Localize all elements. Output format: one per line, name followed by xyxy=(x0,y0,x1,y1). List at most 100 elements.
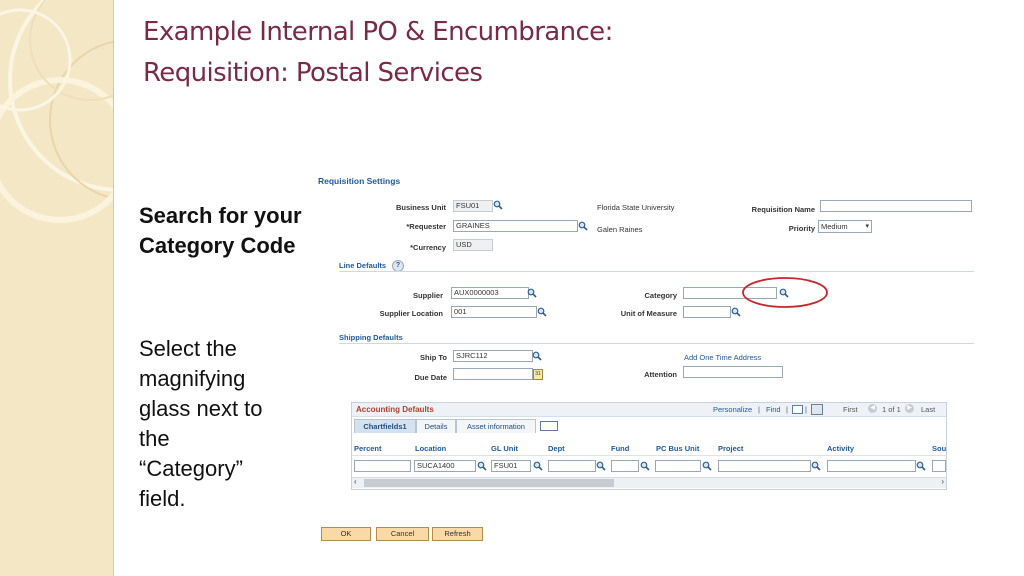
ok-button[interactable]: OK xyxy=(321,527,371,541)
cancel-button[interactable]: Cancel xyxy=(376,527,429,541)
instruction-line: Select the xyxy=(139,336,237,361)
due-date-label: Due Date xyxy=(414,373,447,382)
instruction-line: “Category” xyxy=(139,456,243,481)
business-unit-field[interactable]: FSU01 xyxy=(453,200,493,212)
column-fund: Fund xyxy=(611,444,630,453)
instruction-line: the xyxy=(139,426,170,451)
supplier-input[interactable]: AUX0000003 xyxy=(451,287,529,299)
instruction-text: Select the magnifying glass next to the … xyxy=(139,334,314,514)
row-count: 1 of 1 xyxy=(882,405,901,414)
swirl-decoration xyxy=(0,0,114,223)
unit-of-measure-input[interactable] xyxy=(683,306,731,318)
pc-bus-unit-lookup-icon[interactable] xyxy=(702,461,712,471)
scroll-right-icon[interactable]: › xyxy=(941,477,944,486)
slide-title-line2: Requisition: Postal Services xyxy=(143,58,483,88)
project-input[interactable] xyxy=(718,460,811,472)
chevron-down-icon: ▾ xyxy=(865,223,869,230)
column-pc-bus-unit: PC Bus Unit xyxy=(656,444,700,453)
next-icon[interactable]: ▶ xyxy=(905,404,914,413)
gl-unit-lookup-icon[interactable] xyxy=(533,461,543,471)
ship-to-input[interactable]: SJRC112 xyxy=(453,350,533,362)
priority-select[interactable]: Medium ▾ xyxy=(818,220,872,233)
unit-of-measure-label: Unit of Measure xyxy=(620,309,677,318)
section-divider xyxy=(339,271,974,272)
pc-bus-unit-input[interactable] xyxy=(655,460,701,472)
separator: | xyxy=(758,405,760,414)
currency-label: *Currency xyxy=(410,243,446,252)
decorative-sidebar xyxy=(0,0,114,576)
download-icon[interactable] xyxy=(811,404,823,415)
category-label: Category xyxy=(644,291,677,300)
scroll-left-icon[interactable]: ‹ xyxy=(354,477,357,486)
tab-asset-information[interactable]: Asset information xyxy=(456,419,536,433)
highlight-circle xyxy=(742,277,828,308)
unit-of-measure-lookup-icon[interactable] xyxy=(731,307,741,317)
gl-unit-input[interactable]: FSU01 xyxy=(491,460,531,472)
attention-label: Attention xyxy=(644,370,677,379)
scrollbar-thumb[interactable] xyxy=(364,479,614,487)
requester-description: Galen Raines xyxy=(597,225,643,234)
requester-input[interactable]: GRAINES xyxy=(453,220,578,232)
location-input[interactable]: SUCA1400 xyxy=(414,460,476,472)
requisition-settings-heading: Requisition Settings xyxy=(318,176,401,186)
show-all-columns-icon[interactable] xyxy=(540,421,558,431)
ship-to-lookup-icon[interactable] xyxy=(532,351,542,361)
location-lookup-icon[interactable] xyxy=(477,461,487,471)
business-unit-description: Florida State University xyxy=(597,203,675,212)
first-label[interactable]: First xyxy=(843,405,858,414)
requester-lookup-icon[interactable] xyxy=(578,221,588,231)
column-project: Project xyxy=(718,444,744,453)
business-unit-label: Business Unit xyxy=(395,203,446,212)
column-dept: Dept xyxy=(548,444,565,453)
grid-header-bar: Accounting Defaults Personalize | Find |… xyxy=(352,403,946,417)
instruction-line: field. xyxy=(139,486,186,511)
accounting-defaults-title: Accounting Defaults xyxy=(356,405,434,414)
requisition-name-label: Requisition Name xyxy=(751,205,815,214)
fund-lookup-icon[interactable] xyxy=(640,461,650,471)
supplier-location-input[interactable]: 001 xyxy=(451,306,537,318)
priority-value: Medium xyxy=(821,222,848,231)
attention-input[interactable] xyxy=(683,366,783,378)
accounting-defaults-grid: Accounting Defaults Personalize | Find |… xyxy=(351,402,947,490)
requester-label: *Requester xyxy=(406,222,446,231)
callout-heading: Search for your Category Code xyxy=(139,203,302,258)
project-lookup-icon[interactable] xyxy=(811,461,821,471)
last-label[interactable]: Last xyxy=(921,405,935,414)
column-location: Location xyxy=(415,444,447,453)
instruction-line: glass next to xyxy=(139,396,263,421)
activity-lookup-icon[interactable] xyxy=(916,461,926,471)
activity-input[interactable] xyxy=(827,460,916,472)
tab-chartfields1[interactable]: Chartfields1 xyxy=(354,419,416,433)
previous-icon[interactable]: ◀ xyxy=(868,404,877,413)
shipping-defaults-heading: Shipping Defaults xyxy=(339,333,403,342)
dept-lookup-icon[interactable] xyxy=(596,461,606,471)
source-type-input[interactable] xyxy=(932,460,946,472)
tab-details[interactable]: Details xyxy=(416,419,456,433)
column-source-type: Sou xyxy=(932,444,947,453)
header-divider xyxy=(352,455,946,456)
currency-field[interactable]: USD xyxy=(453,239,493,251)
horizontal-scrollbar[interactable]: ‹ › xyxy=(352,477,946,488)
fund-input[interactable] xyxy=(611,460,639,472)
personalize-link[interactable]: Personalize xyxy=(713,405,752,414)
dept-input[interactable] xyxy=(548,460,596,472)
sidebar-divider xyxy=(113,0,114,576)
view-all-icon[interactable] xyxy=(792,405,803,414)
supplier-lookup-icon[interactable] xyxy=(527,288,537,298)
slide-title-line1: Example Internal PO & Encumbrance: xyxy=(143,17,613,47)
supplier-location-label: Supplier Location xyxy=(379,309,443,318)
find-link[interactable]: Find xyxy=(766,405,781,414)
percent-input[interactable] xyxy=(354,460,411,472)
requisition-name-input[interactable] xyxy=(820,200,972,212)
refresh-button[interactable]: Refresh xyxy=(432,527,483,541)
due-date-input[interactable] xyxy=(453,368,533,380)
section-divider xyxy=(339,343,974,344)
add-one-time-address-link[interactable]: Add One Time Address xyxy=(684,353,761,362)
calendar-icon[interactable]: 31 xyxy=(533,369,543,380)
instruction-line: magnifying xyxy=(139,366,246,391)
ship-to-label: Ship To xyxy=(420,353,447,362)
supplier-location-lookup-icon[interactable] xyxy=(537,307,547,317)
separator: | xyxy=(786,405,788,414)
business-unit-lookup-icon[interactable] xyxy=(493,200,503,210)
column-activity: Activity xyxy=(827,444,855,453)
